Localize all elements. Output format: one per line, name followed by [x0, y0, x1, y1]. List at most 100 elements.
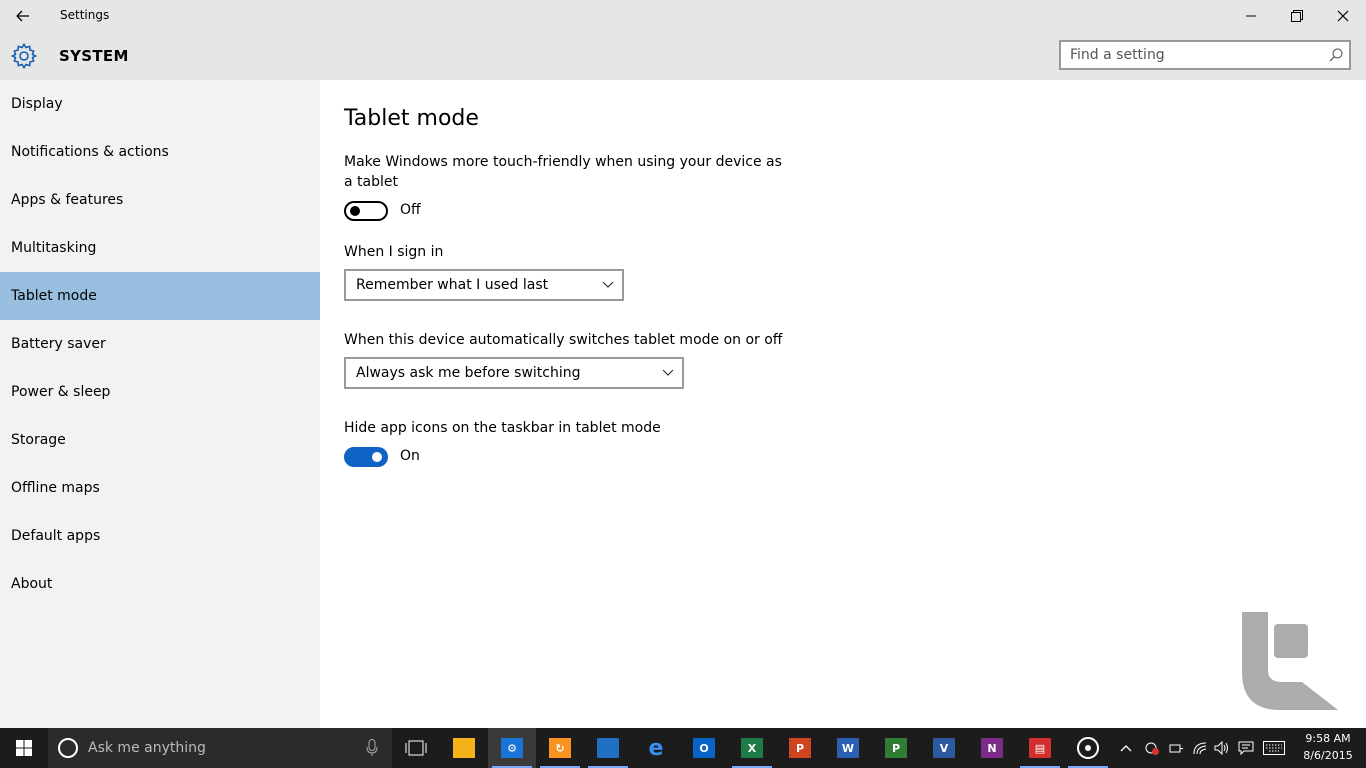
project-icon: P: [885, 738, 907, 758]
groove-music-icon: [1077, 737, 1099, 759]
action-center-button[interactable]: [1234, 728, 1258, 768]
auto-switch-value: Always ask me before switching: [356, 365, 581, 381]
tray-volume-button[interactable]: [1210, 728, 1234, 768]
hide-icons-toggle[interactable]: [344, 447, 388, 467]
taskbar-app-news[interactable]: ▤: [1016, 728, 1064, 768]
search-input[interactable]: [1061, 42, 1330, 68]
sign-in-value: Remember what I used last: [356, 277, 549, 293]
sidebar-item-display[interactable]: Display: [0, 80, 320, 128]
window-title: Settings: [60, 8, 110, 22]
search-icon[interactable]: [1329, 48, 1343, 62]
blue-app-icon: [597, 738, 619, 758]
sidebar-item-notifications[interactable]: Notifications & actions: [0, 128, 320, 176]
hide-icons-state: On: [400, 448, 420, 464]
sidebar-item-default-apps[interactable]: Default apps: [0, 512, 320, 560]
powerpoint-icon: P: [789, 738, 811, 758]
visio-icon: V: [933, 738, 955, 758]
touch-friendly-toggle[interactable]: [344, 201, 388, 221]
taskbar-app-blue[interactable]: [584, 728, 632, 768]
shield-warning-icon: [1145, 742, 1159, 755]
task-view-icon: [405, 740, 427, 756]
microphone-icon[interactable]: [366, 739, 378, 757]
title-bar: Settings: [0, 0, 1366, 32]
sign-in-label: When I sign in: [344, 244, 444, 260]
message-icon: [1238, 741, 1254, 755]
minimize-button[interactable]: [1228, 0, 1274, 32]
cortana-placeholder: Ask me anything: [88, 740, 206, 756]
sidebar-item-label: Apps & features: [11, 192, 124, 208]
sidebar-item-label: Power & sleep: [11, 384, 111, 400]
toggle-knob: [350, 206, 360, 216]
sidebar-item-label: Multitasking: [11, 240, 97, 256]
sidebar-item-multitasking[interactable]: Multitasking: [0, 224, 320, 272]
sidebar-item-label: Notifications & actions: [11, 144, 169, 160]
sidebar-item-about[interactable]: About: [0, 560, 320, 608]
excel-icon: X: [741, 738, 763, 758]
chevron-down-icon: [662, 369, 674, 376]
touch-friendly-state: Off: [400, 202, 421, 218]
taskbar-app-powerpoint[interactable]: P: [776, 728, 824, 768]
sidebar-item-label: About: [11, 576, 53, 592]
restore-button[interactable]: [1274, 0, 1320, 32]
sidebar-item-offline-maps[interactable]: Offline maps: [0, 464, 320, 512]
sidebar-item-battery-saver[interactable]: Battery saver: [0, 320, 320, 368]
taskbar-app-file-explorer[interactable]: [440, 728, 488, 768]
clock-date: 8/6/2015: [1303, 749, 1353, 762]
tray-security-button[interactable]: [1140, 728, 1164, 768]
taskbar-app-orange[interactable]: ↻: [536, 728, 584, 768]
cortana-search[interactable]: Ask me anything: [48, 728, 392, 768]
taskbar-app-excel[interactable]: X: [728, 728, 776, 768]
sidebar-item-power-sleep[interactable]: Power & sleep: [0, 368, 320, 416]
main-content: Tablet mode Make Windows more touch-frie…: [320, 80, 1366, 728]
volume-icon: [1214, 741, 1228, 755]
folder-icon: [453, 738, 475, 758]
taskbar: Ask me anything ⚙ ↻ e O X P W P V N ▤ 9:…: [0, 728, 1366, 768]
header: SYSTEM: [0, 32, 1366, 80]
taskbar-app-visio[interactable]: V: [920, 728, 968, 768]
onenote-icon: N: [981, 738, 1003, 758]
task-view-button[interactable]: [392, 728, 440, 768]
toggle-knob: [372, 452, 382, 462]
show-hidden-icons-button[interactable]: [1116, 728, 1136, 768]
taskbar-app-project[interactable]: P: [872, 728, 920, 768]
outlook-icon: O: [693, 738, 715, 758]
sidebar-item-label: Offline maps: [11, 480, 100, 496]
sidebar-item-label: Storage: [11, 432, 66, 448]
news-icon: ▤: [1029, 738, 1051, 758]
taskbar-app-outlook[interactable]: O: [680, 728, 728, 768]
close-icon: [1337, 10, 1349, 22]
sign-in-dropdown[interactable]: Remember what I used last: [344, 269, 624, 301]
back-button[interactable]: [0, 0, 46, 32]
hide-icons-label: Hide app icons on the taskbar in tablet …: [344, 420, 661, 436]
sidebar-item-label: Battery saver: [11, 336, 106, 352]
clock-time: 9:58 AM: [1305, 732, 1351, 745]
sidebar-item-label: Display: [11, 96, 63, 112]
minimize-icon: [1246, 15, 1256, 17]
word-icon: W: [837, 738, 859, 758]
restore-icon: [1291, 10, 1303, 22]
taskbar-app-word[interactable]: W: [824, 728, 872, 768]
search-box[interactable]: [1059, 40, 1351, 70]
auto-switch-dropdown[interactable]: Always ask me before switching: [344, 357, 684, 389]
edge-icon: e: [648, 735, 664, 761]
close-button[interactable]: [1320, 0, 1366, 32]
taskbar-app-groove[interactable]: [1064, 728, 1112, 768]
sidebar-item-apps-features[interactable]: Apps & features: [0, 176, 320, 224]
taskbar-app-onenote[interactable]: N: [968, 728, 1016, 768]
section-title: SYSTEM: [59, 47, 129, 65]
cortana-icon: [58, 738, 78, 758]
page-title: Tablet mode: [344, 106, 479, 131]
tray-network-button[interactable]: [1188, 728, 1212, 768]
taskbar-app-edge[interactable]: e: [632, 728, 680, 768]
sidebar-item-storage[interactable]: Storage: [0, 416, 320, 464]
taskbar-app-settings[interactable]: ⚙: [488, 728, 536, 768]
settings-gear-icon: ⚙: [501, 738, 523, 758]
clock[interactable]: 9:58 AM 8/6/2015: [1290, 730, 1366, 766]
sidebar-item-label: Tablet mode: [11, 288, 97, 304]
start-button[interactable]: [0, 728, 48, 768]
sidebar: Display Notifications & actions Apps & f…: [0, 80, 320, 728]
windows-logo-icon: [16, 740, 32, 756]
touch-keyboard-button[interactable]: [1260, 728, 1288, 768]
sidebar-item-tablet-mode[interactable]: Tablet mode: [0, 272, 320, 320]
tray-power-button[interactable]: [1164, 728, 1188, 768]
